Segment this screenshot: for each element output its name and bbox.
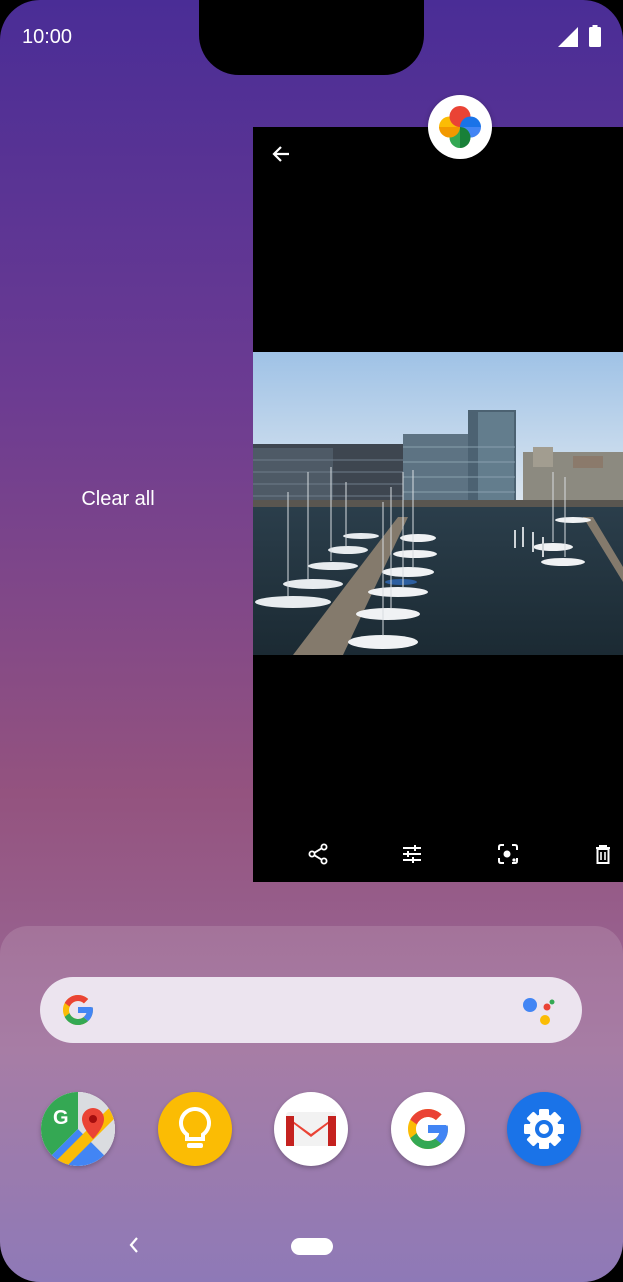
gmail-icon[interactable] <box>274 1092 348 1166</box>
clear-all-button[interactable]: Clear all <box>58 488 178 511</box>
google-search-bar[interactable] <box>40 977 582 1043</box>
status-time: 10:00 <box>22 26 73 48</box>
lens-icon[interactable] <box>496 842 520 866</box>
display-notch <box>199 0 424 75</box>
delete-icon[interactable] <box>591 842 615 866</box>
maps-icon[interactable]: G <box>41 1092 115 1166</box>
assistant-dots-icon[interactable] <box>520 995 556 1027</box>
home-screen: 10:00 Clear all G <box>0 0 623 1282</box>
signal-icon <box>558 27 578 47</box>
google-photos-icon[interactable] <box>428 95 492 159</box>
settings-icon[interactable] <box>507 1092 581 1166</box>
home-pill-icon[interactable] <box>291 1238 333 1255</box>
keep-icon[interactable] <box>158 1092 232 1166</box>
back-chevron-icon[interactable] <box>126 1234 142 1256</box>
svg-text:G: G <box>53 1107 69 1129</box>
share-icon[interactable] <box>306 842 330 866</box>
recent-app-card[interactable] <box>253 127 623 882</box>
marina-photo <box>253 352 623 655</box>
edit-sliders-icon[interactable] <box>400 842 424 866</box>
back-arrow-icon[interactable] <box>271 144 291 164</box>
google-icon[interactable] <box>391 1092 465 1166</box>
battery-icon <box>589 25 601 47</box>
google-g-icon <box>63 995 93 1025</box>
